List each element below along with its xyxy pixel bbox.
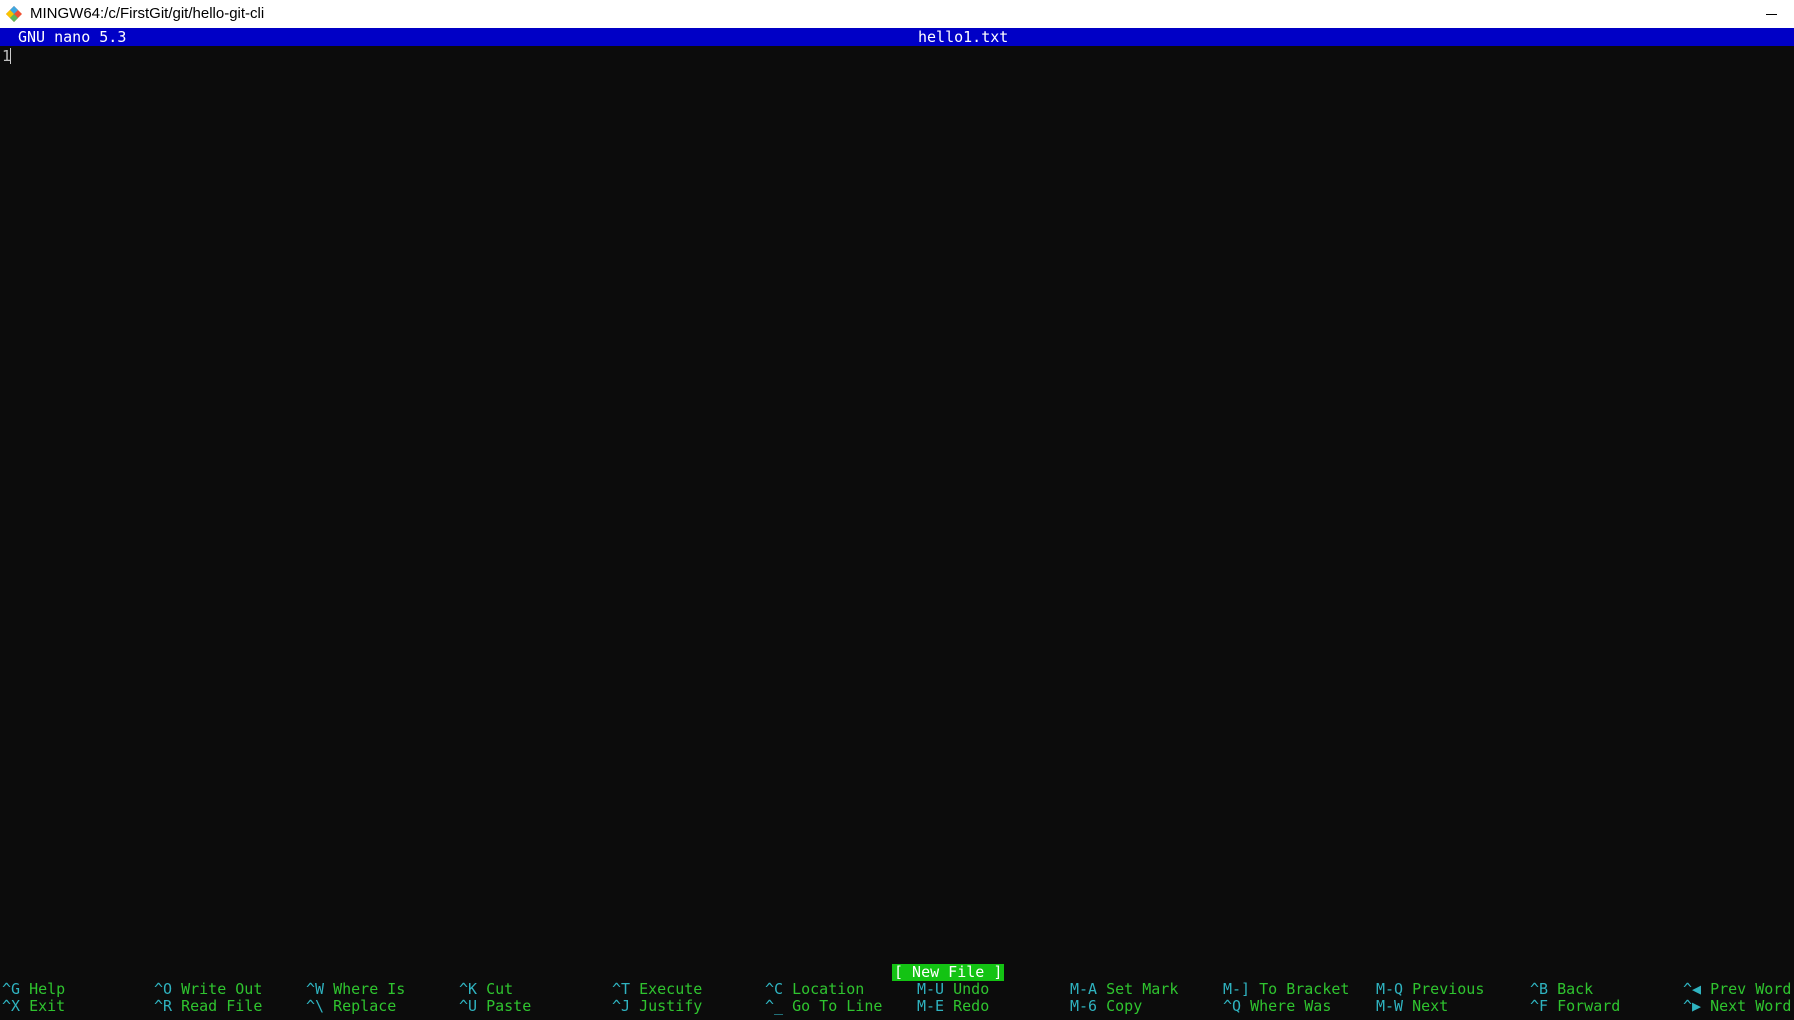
nano-filename: hello1.txt xyxy=(918,28,1009,46)
shortcut-help[interactable]: ^G Help xyxy=(2,981,65,998)
shortcut-justify[interactable]: ^J Justify xyxy=(612,998,702,1015)
shortcut-key: ^◀ xyxy=(1683,980,1702,998)
shortcut-paste[interactable]: ^U Paste xyxy=(459,998,531,1015)
shortcut-label: Undo xyxy=(953,980,990,998)
shortcut-label: Write Out xyxy=(181,980,263,998)
shortcut-next-word[interactable]: ^▶ Next Word xyxy=(1683,998,1791,1015)
shortcut-key: ^R xyxy=(154,997,173,1015)
nano-version: GNU nano 5.3 xyxy=(18,28,127,46)
shortcut-key: ^B xyxy=(1530,980,1549,998)
shortcut-replace[interactable]: ^\ Replace xyxy=(306,998,396,1015)
status-message: [ New File ] xyxy=(892,963,1005,981)
shortcut-key: ^T xyxy=(612,980,631,998)
shortcut-label: Previous xyxy=(1412,980,1485,998)
shortcut-key: ^K xyxy=(459,980,478,998)
shortcut-location[interactable]: ^C Location xyxy=(765,981,864,998)
shortcut-read-file[interactable]: ^R Read File xyxy=(154,998,262,1015)
shortcut-redo[interactable]: M-E Redo xyxy=(917,998,989,1015)
shortcut-key: M-] xyxy=(1223,980,1251,998)
shortcut-execute[interactable]: ^T Execute xyxy=(612,981,702,998)
shortcut-previous[interactable]: M-Q Previous xyxy=(1376,981,1484,998)
shortcut-label: Justify xyxy=(639,997,703,1015)
nano-header-bar: GNU nano 5.3 hello1.txt xyxy=(0,28,1794,46)
shortcut-label: Where Was xyxy=(1250,997,1332,1015)
shortcut-label: Read File xyxy=(181,997,263,1015)
shortcut-label: Location xyxy=(792,980,865,998)
shortcut-key: ^U xyxy=(459,997,478,1015)
shortcut-where-was[interactable]: ^Q Where Was xyxy=(1223,998,1331,1015)
shortcut-key: ^O xyxy=(154,980,173,998)
shortcut-label: Prev Word xyxy=(1710,980,1792,998)
minimize-icon xyxy=(1765,13,1777,15)
shortcut-back[interactable]: ^B Back xyxy=(1530,981,1593,998)
shortcut-key: ^X xyxy=(2,997,21,1015)
shortcut-copy[interactable]: M-6 Copy xyxy=(1070,998,1142,1015)
shortcut-set-mark[interactable]: M-A Set Mark xyxy=(1070,981,1178,998)
shortcut-where-is[interactable]: ^W Where Is xyxy=(306,981,405,998)
shortcut-key: ^_ xyxy=(765,997,784,1015)
shortcut-label: Copy xyxy=(1106,997,1143,1015)
window-title: MINGW64:/c/FirstGit/git/hello-git-cli xyxy=(30,5,265,22)
shortcut-label: Back xyxy=(1557,980,1594,998)
shortcut-key: M-6 xyxy=(1070,997,1098,1015)
shortcut-label: Redo xyxy=(953,997,990,1015)
shortcut-label: Set Mark xyxy=(1106,980,1179,998)
shortcut-label: Replace xyxy=(333,997,397,1015)
shortcut-key: ^F xyxy=(1530,997,1549,1015)
shortcut-label: Cut xyxy=(486,980,514,998)
terminal-area[interactable]: GNU nano 5.3 hello1.txt 1 [ New File ] ^… xyxy=(0,28,1794,1020)
shortcut-label: To Bracket xyxy=(1259,980,1350,998)
text-cursor xyxy=(10,48,11,64)
shortcut-key: ^▶ xyxy=(1683,997,1702,1015)
shortcut-key: M-E xyxy=(917,997,945,1015)
shortcut-to-bracket[interactable]: M-] To Bracket xyxy=(1223,981,1349,998)
shortcut-go-to-line[interactable]: ^_ Go To Line xyxy=(765,998,882,1015)
shortcut-exit[interactable]: ^X Exit xyxy=(2,998,65,1015)
shortcut-key: M-U xyxy=(917,980,945,998)
shortcut-key: ^\ xyxy=(306,997,325,1015)
shortcut-label: Forward xyxy=(1557,997,1621,1015)
shortcut-label: Exit xyxy=(29,997,66,1015)
shortcut-label: Execute xyxy=(639,980,703,998)
git-bash-icon xyxy=(4,4,24,24)
shortcut-key: M-Q xyxy=(1376,980,1404,998)
shortcut-forward[interactable]: ^F Forward xyxy=(1530,998,1620,1015)
minimize-button[interactable] xyxy=(1748,0,1794,28)
shortcut-label: Next Word xyxy=(1710,997,1792,1015)
shortcut-key: M-W xyxy=(1376,997,1404,1015)
shortcut-key: ^J xyxy=(612,997,631,1015)
shortcut-next[interactable]: M-W Next xyxy=(1376,998,1448,1015)
shortcut-key: ^W xyxy=(306,980,325,998)
shortcut-label: Paste xyxy=(486,997,532,1015)
shortcut-label: Help xyxy=(29,980,66,998)
shortcut-label: Next xyxy=(1412,997,1449,1015)
shortcut-key: ^G xyxy=(2,980,21,998)
window-title-bar[interactable]: MINGW64:/c/FirstGit/git/hello-git-cli xyxy=(0,0,1794,28)
shortcut-undo[interactable]: M-U Undo xyxy=(917,981,989,998)
shortcut-label: Where Is xyxy=(333,980,406,998)
shortcut-key: ^Q xyxy=(1223,997,1242,1015)
shortcut-write-out[interactable]: ^O Write Out xyxy=(154,981,262,998)
shortcut-label: Go To Line xyxy=(792,997,883,1015)
shortcut-cut[interactable]: ^K Cut xyxy=(459,981,513,998)
shortcut-prev-word[interactable]: ^◀ Prev Word xyxy=(1683,981,1791,998)
shortcut-key: ^C xyxy=(765,980,784,998)
shortcut-key: M-A xyxy=(1070,980,1098,998)
